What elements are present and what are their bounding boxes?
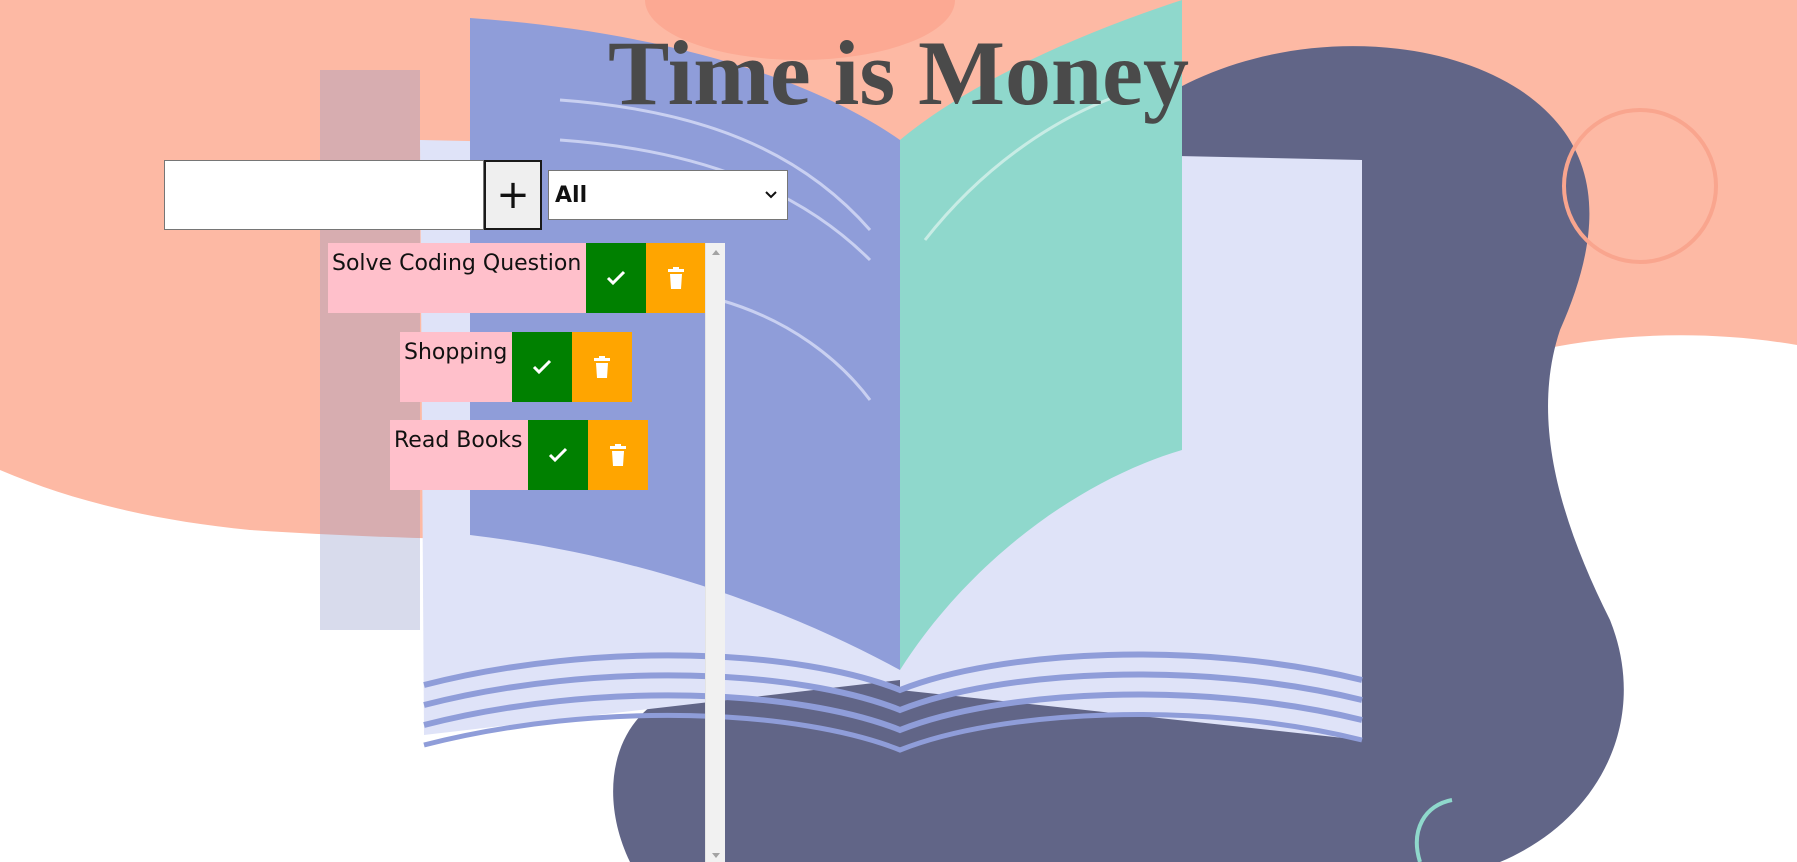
add-todo-button[interactable]: + <box>484 160 542 230</box>
trash-icon <box>668 267 685 289</box>
app-page: Time is Money + All Solve Coding Questio… <box>0 0 1797 862</box>
todo-list-scrollbar[interactable] <box>705 243 725 862</box>
delete-button[interactable] <box>587 420 648 490</box>
delete-button[interactable] <box>572 332 633 402</box>
trash-icon <box>609 444 626 466</box>
todo-item: Shopping <box>400 332 633 402</box>
scroll-down-arrow-icon[interactable] <box>712 853 720 858</box>
delete-button[interactable] <box>646 243 707 313</box>
book-background-illustration <box>0 0 1797 862</box>
check-icon <box>533 359 552 375</box>
todo-text: Solve Coding Question <box>328 243 587 313</box>
check-icon <box>607 270 626 286</box>
filter-selected-value: All <box>555 182 588 208</box>
complete-button[interactable] <box>512 332 573 402</box>
check-icon <box>548 447 567 463</box>
chevron-down-icon <box>765 191 777 199</box>
todo-text: Read Books <box>390 420 528 490</box>
todo-item: Solve Coding Question <box>328 243 707 313</box>
filter-select[interactable]: All <box>548 170 788 220</box>
todo-input[interactable] <box>164 160 484 230</box>
todo-item: Read Books <box>390 420 648 490</box>
trash-icon <box>594 356 611 378</box>
complete-button[interactable] <box>527 420 588 490</box>
scroll-up-arrow-icon[interactable] <box>712 250 720 255</box>
page-title: Time is Money <box>608 22 1189 124</box>
todo-list: Solve Coding Question Shopping Read Book… <box>328 243 725 862</box>
todo-text: Shopping <box>400 332 513 402</box>
complete-button[interactable] <box>586 243 647 313</box>
